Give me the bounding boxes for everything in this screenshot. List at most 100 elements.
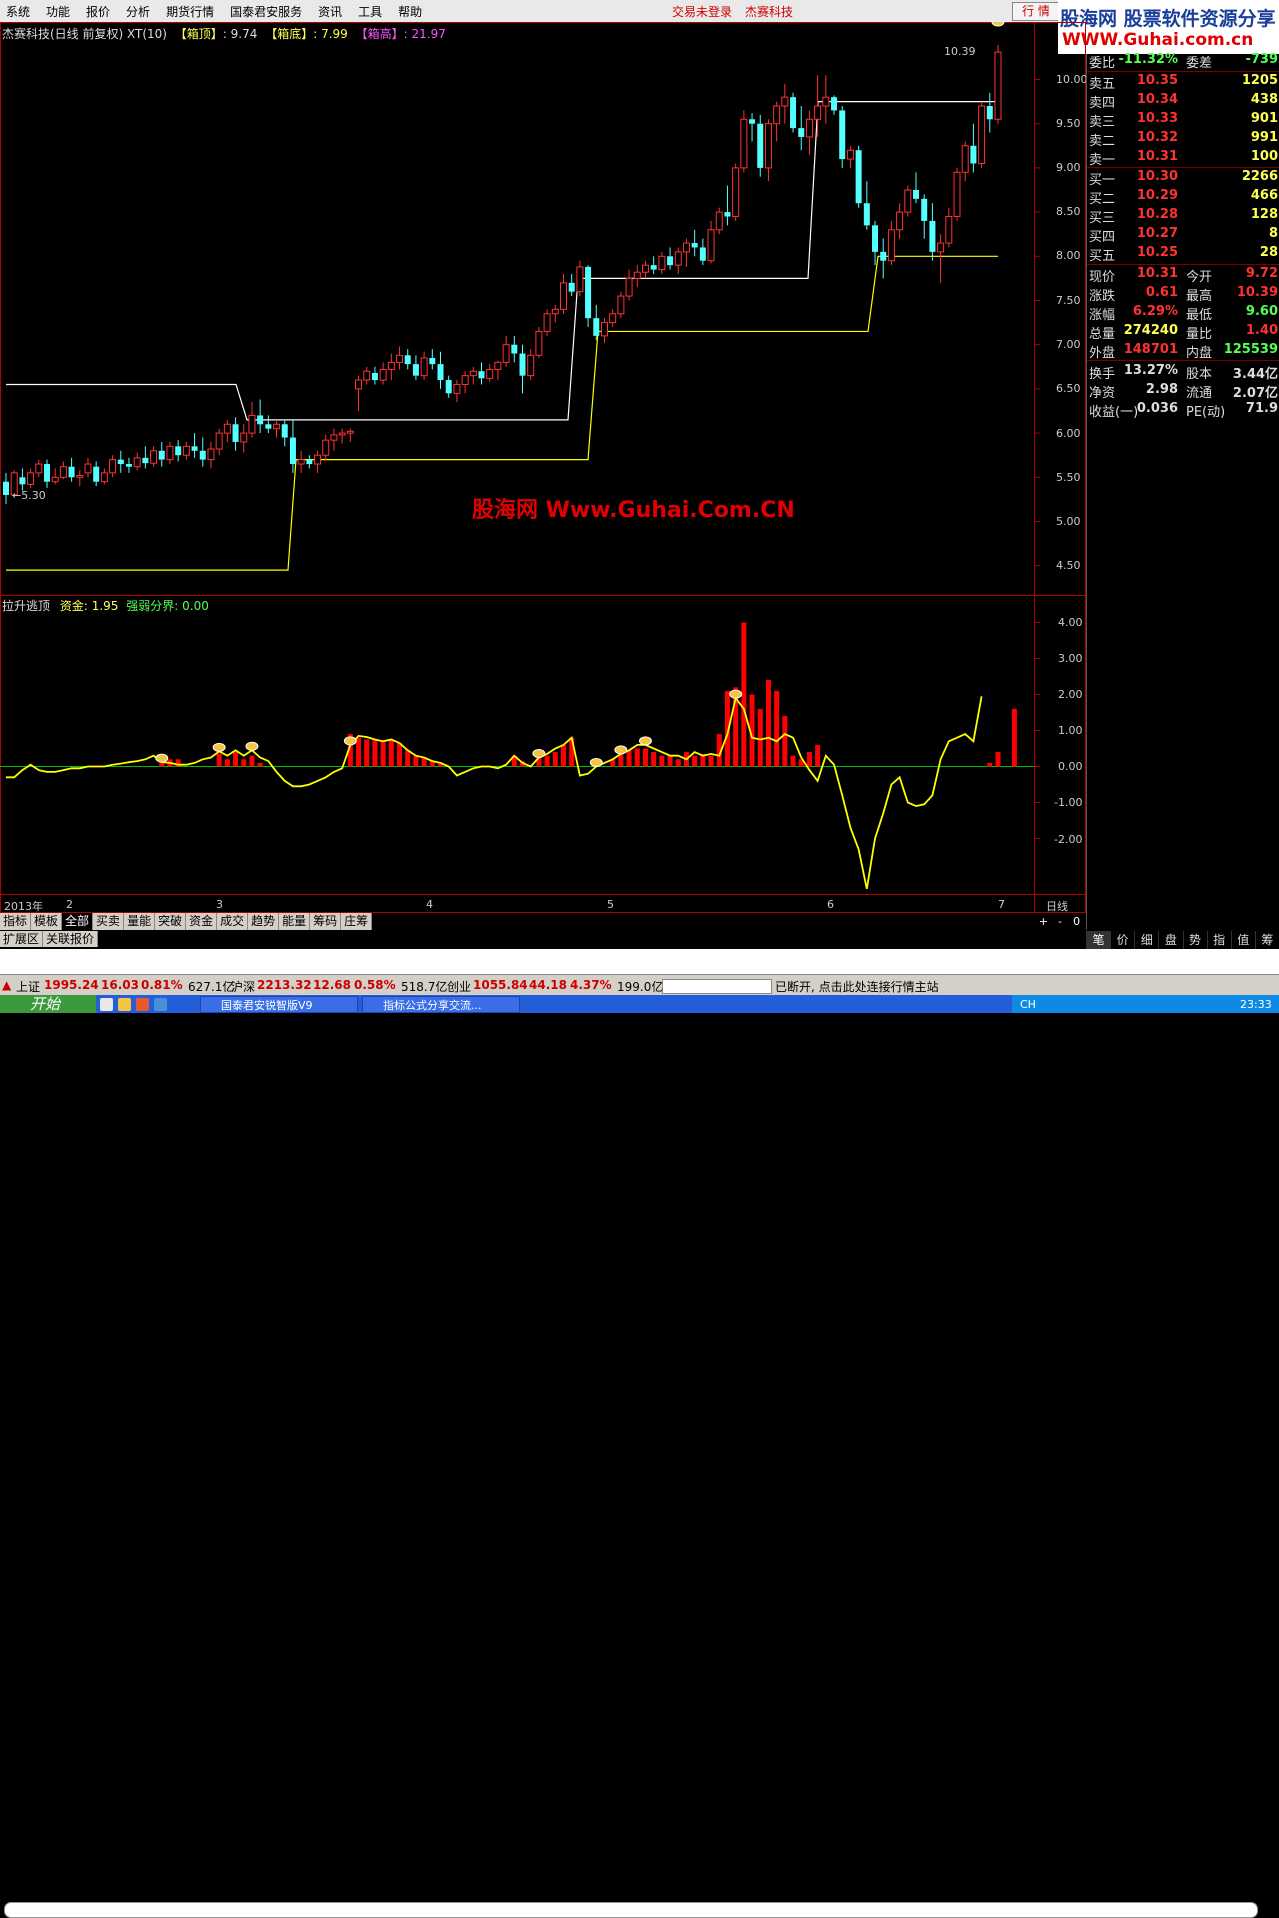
taskbar-window-app[interactable]: 国泰君安锐智版V9: [200, 996, 358, 1013]
add-panel-button[interactable]: +: [1035, 913, 1052, 931]
fund-bar: [790, 755, 796, 767]
tab-trend[interactable]: 趋势: [248, 913, 280, 930]
bid-row[interactable]: 买二 10.29 466: [1089, 188, 1278, 207]
quicklaunch-icon-3[interactable]: [136, 998, 149, 1011]
login-status-link[interactable]: 交易未登录: [672, 3, 732, 20]
candle-body-up: [59, 466, 67, 478]
bid-row[interactable]: 买四 10.27 8: [1089, 226, 1278, 245]
candle-body-up: [609, 313, 617, 324]
tab-template[interactable]: 模板: [31, 913, 63, 930]
quicklaunch-icon-2[interactable]: [118, 998, 131, 1011]
candle-body-up: [633, 271, 641, 279]
tab-dealer-chips[interactable]: 庄筹: [341, 913, 373, 930]
rtab-price[interactable]: 价: [1110, 931, 1134, 949]
fund-bar: [806, 752, 812, 767]
level-label: 卖四: [1089, 96, 1116, 111]
rtab-board[interactable]: 盘: [1158, 931, 1182, 949]
quicklaunch-icon-4[interactable]: [154, 998, 167, 1011]
bid-row[interactable]: 买三 10.28 128: [1089, 207, 1278, 226]
candle-body-up: [945, 216, 953, 244]
taskbar-window-browser[interactable]: 指标公式分享交流...: [362, 996, 520, 1013]
company-name-link[interactable]: 杰赛科技: [745, 3, 793, 20]
ask-row[interactable]: 卖五 10.35 1205: [1089, 73, 1278, 92]
tab-related-quote[interactable]: 关联报价: [43, 931, 99, 947]
menu-analysis[interactable]: 分析: [126, 3, 150, 20]
tab-indicator[interactable]: 指标: [0, 913, 32, 930]
menu-tools[interactable]: 工具: [358, 3, 382, 20]
stat-value: 10.31: [1136, 266, 1178, 281]
menu-function[interactable]: 功能: [46, 3, 70, 20]
rtab-detail[interactable]: 细: [1134, 931, 1158, 949]
input-language[interactable]: CH: [1020, 998, 1036, 1011]
start-button[interactable]: 开始: [0, 995, 96, 1013]
reset-panel-button[interactable]: 0: [1068, 913, 1085, 931]
candle-body-up: [715, 211, 723, 231]
x-label-apr: 4: [426, 898, 433, 911]
candle-body-up: [559, 282, 567, 310]
x-label-feb: 2: [66, 898, 73, 911]
stat-label: 现价: [1089, 270, 1116, 285]
candle-body-up: [674, 251, 682, 266]
candle-body-up: [346, 430, 354, 434]
candle-body-up: [207, 448, 215, 461]
tab-energy[interactable]: 能量: [279, 913, 311, 930]
panel-controls: + - 0: [1035, 913, 1085, 931]
quicklaunch-icon-1[interactable]: [100, 998, 113, 1011]
tab-breakout[interactable]: 突破: [155, 913, 187, 930]
bid-row[interactable]: 买五 10.25 28: [1089, 245, 1278, 264]
connection-message[interactable]: 已断开, 点击此处连接行情主站: [775, 978, 939, 995]
tab-deal[interactable]: 成交: [217, 913, 249, 930]
fund-bar: [216, 753, 222, 767]
ask-row[interactable]: 卖三 10.33 901: [1089, 111, 1278, 130]
menu-futures[interactable]: 期货行情: [166, 3, 214, 20]
candle-body-up: [617, 295, 625, 315]
tab-fund[interactable]: 资金: [186, 913, 218, 930]
tab-all[interactable]: 全部: [62, 913, 94, 930]
candle-body-down: [790, 97, 797, 129]
tab-volume[interactable]: 量能: [124, 913, 156, 930]
ask-row[interactable]: 卖二 10.32 991: [1089, 130, 1278, 149]
quote-button[interactable]: 行 情: [1012, 2, 1060, 21]
indicator-tabs: 指标 模板 全部 买卖 量能 突破 资金 成交 趋势 能量 筹码 庄筹: [0, 913, 373, 931]
candle-body-down: [117, 459, 124, 465]
high-marker: 10.39: [944, 45, 976, 58]
menu-service[interactable]: 国泰君安服务: [230, 3, 302, 20]
ask-row[interactable]: 卖一 10.31 100: [1089, 149, 1278, 168]
clock: 23:33: [1240, 998, 1272, 1011]
tab-trade[interactable]: 买卖: [93, 913, 125, 930]
ask-row[interactable]: 卖四 10.34 438: [1089, 92, 1278, 111]
logo-line1: 股海网 股票软件资源分享: [1060, 8, 1276, 30]
candle-body-up: [223, 423, 231, 434]
candle-body-down: [281, 424, 288, 438]
fund-bar: [765, 680, 771, 767]
menu-help[interactable]: 帮助: [398, 3, 422, 20]
fund-bar: [642, 748, 648, 767]
bid-row[interactable]: 买一 10.30 2266: [1089, 169, 1278, 188]
box-high-label: 【箱高】: [355, 27, 404, 41]
menu-system[interactable]: 系统: [6, 3, 30, 20]
level-price: 10.32: [1136, 130, 1178, 145]
index-status-bar[interactable]: ▲ 上证 1995.24 16.03 0.81% 627.1亿 沪深 2213.…: [0, 974, 1279, 996]
tab-chips[interactable]: 筹码: [310, 913, 342, 930]
rtab-trend[interactable]: 势: [1182, 931, 1207, 949]
fund-bar: [380, 741, 386, 767]
remove-panel-button[interactable]: -: [1052, 913, 1069, 931]
rtab-chips[interactable]: 筹: [1254, 931, 1279, 949]
y-tick-7.50: 7.50: [1056, 294, 1081, 307]
horizontal-scrollbar[interactable]: [4, 1902, 1258, 1918]
level-volume: 100: [1250, 149, 1278, 164]
rtab-value[interactable]: 值: [1230, 931, 1255, 949]
candle-body-down: [191, 446, 198, 451]
period-label: 日线: [1046, 900, 1068, 913]
rtab-index[interactable]: 指: [1206, 931, 1231, 949]
menu-quote[interactable]: 报价: [86, 3, 110, 20]
fund-bar: [356, 737, 362, 767]
y-tick-5.00: 5.00: [1056, 515, 1081, 528]
fund-bar: [987, 762, 993, 767]
chart-area[interactable]: [0, 22, 1086, 913]
stat-label: 涨跌: [1089, 289, 1116, 304]
tab-extension[interactable]: 扩展区: [0, 931, 44, 947]
menu-info[interactable]: 资讯: [318, 3, 342, 20]
rtab-tick[interactable]: 笔: [1086, 931, 1111, 949]
stat-row: 换手 13.27% 股本 3.44亿: [1089, 363, 1278, 382]
